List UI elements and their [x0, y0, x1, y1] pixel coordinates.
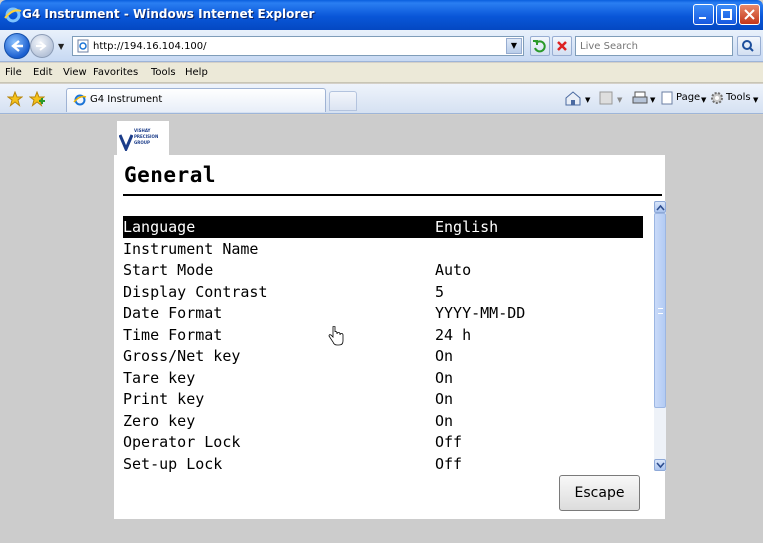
window-title: G4 Instrument - Windows Internet Explore… [22, 7, 315, 21]
new-tab-button[interactable] [329, 91, 357, 111]
internet-explorer-icon [4, 7, 22, 23]
page-content: VISHAY PRECISION GROUP General Language … [0, 115, 763, 543]
refresh-button[interactable] [530, 36, 550, 56]
minimize-icon [699, 17, 706, 19]
tab-g4-instrument[interactable]: G4 Instrument [66, 88, 326, 112]
add-favorite-icon[interactable] [29, 91, 45, 107]
vishay-logo-mark [119, 134, 133, 151]
scroll-up-arrow-icon [656, 204, 665, 211]
favorites-star-icon[interactable] [7, 91, 23, 107]
scrollbar-grip [658, 308, 663, 314]
gear-icon [711, 92, 723, 104]
setting-row-start-mode[interactable]: Start Mode Auto [123, 259, 643, 281]
stop-icon [557, 41, 567, 51]
settings-panel: General Language English Instrument Name… [114, 155, 666, 519]
escape-button[interactable]: Escape [559, 475, 640, 511]
settings-scrollbar[interactable] [654, 201, 666, 471]
feeds-dropdown-icon[interactable]: ▼ [617, 96, 622, 104]
vishay-logo: VISHAY PRECISION GROUP [117, 121, 169, 155]
tab-label: G4 Instrument [90, 94, 163, 105]
scrollbar-thumb[interactable] [654, 213, 666, 408]
search-input[interactable] [580, 38, 730, 54]
feeds-icon[interactable] [598, 90, 614, 106]
internet-explorer-icon [73, 94, 87, 106]
setting-row-set-up-lock[interactable]: Set-up Lock Off [123, 453, 643, 473]
search-button[interactable] [737, 36, 761, 56]
page-dropdown-icon[interactable]: ▼ [701, 96, 706, 104]
setting-row-date-format[interactable]: Date Format YYYY-MM-DD [123, 302, 643, 324]
forward-arrow-icon [36, 41, 47, 51]
menu-file[interactable]: File [5, 67, 22, 78]
setting-row-operator-lock[interactable]: Operator Lock Off [123, 431, 643, 453]
home-dropdown-icon[interactable]: ▼ [585, 96, 590, 104]
stop-button[interactable] [552, 36, 572, 56]
search-box[interactable] [575, 36, 733, 56]
scroll-down-arrow-icon [656, 462, 665, 469]
tab-bar: G4 Instrument ▼ ▼ ▼ Page ▼ Tools ▼ [0, 84, 763, 114]
setting-row-zero-key[interactable]: Zero key On [123, 410, 643, 432]
home-icon[interactable] [564, 90, 582, 106]
page-menu[interactable]: Page [676, 92, 700, 103]
address-bar[interactable]: ▼ [72, 36, 524, 56]
menu-help[interactable]: Help [185, 67, 208, 78]
setting-row-display-contrast[interactable]: Display Contrast 5 [123, 281, 643, 303]
menu-tools[interactable]: Tools [151, 67, 176, 78]
recent-pages-dropdown-icon[interactable]: ▼ [58, 42, 64, 51]
setting-row-tare-key[interactable]: Tare key On [123, 367, 643, 389]
window-title-bar: G4 Instrument - Windows Internet Explore… [0, 0, 763, 30]
tools-menu[interactable]: Tools [726, 92, 751, 103]
setting-row-print-key[interactable]: Print key On [123, 388, 643, 410]
page-title: General [124, 163, 217, 187]
page-icon [77, 39, 89, 53]
menu-favorites[interactable]: Favorites [93, 67, 138, 78]
setting-row-time-format[interactable]: Time Format 24 h [123, 324, 643, 346]
scroll-up-button[interactable] [654, 201, 666, 213]
setting-row-language[interactable]: Language English [123, 216, 643, 238]
tools-dropdown-icon[interactable]: ▼ [753, 96, 758, 104]
close-button[interactable] [739, 4, 760, 25]
url-input[interactable] [93, 38, 493, 54]
menu-view[interactable]: View [63, 67, 87, 78]
maximize-button[interactable] [716, 4, 737, 25]
menu-edit[interactable]: Edit [33, 67, 52, 78]
setting-row-gross-net-key[interactable]: Gross/Net key On [123, 345, 643, 367]
title-divider [123, 194, 662, 196]
address-toolbar: ▼ ▼ [0, 30, 763, 62]
search-icon [742, 40, 754, 52]
back-button[interactable] [4, 33, 30, 59]
scroll-down-button[interactable] [654, 459, 666, 471]
address-dropdown-icon[interactable]: ▼ [506, 38, 522, 54]
maximize-icon [721, 9, 732, 20]
print-dropdown-icon[interactable]: ▼ [650, 96, 655, 104]
page-menu-icon [661, 91, 673, 105]
hand-pointer-cursor-icon [328, 326, 344, 346]
print-icon[interactable] [631, 90, 649, 106]
close-icon [744, 9, 755, 20]
menu-bar: File Edit View Favorites Tools Help [0, 63, 763, 83]
minimize-button[interactable] [693, 4, 714, 25]
settings-list[interactable]: Language English Instrument Name Start M… [123, 216, 643, 472]
back-arrow-icon [11, 40, 23, 52]
refresh-icon [533, 40, 546, 53]
setting-row-instrument-name[interactable]: Instrument Name [123, 238, 643, 260]
forward-button[interactable] [30, 34, 54, 58]
